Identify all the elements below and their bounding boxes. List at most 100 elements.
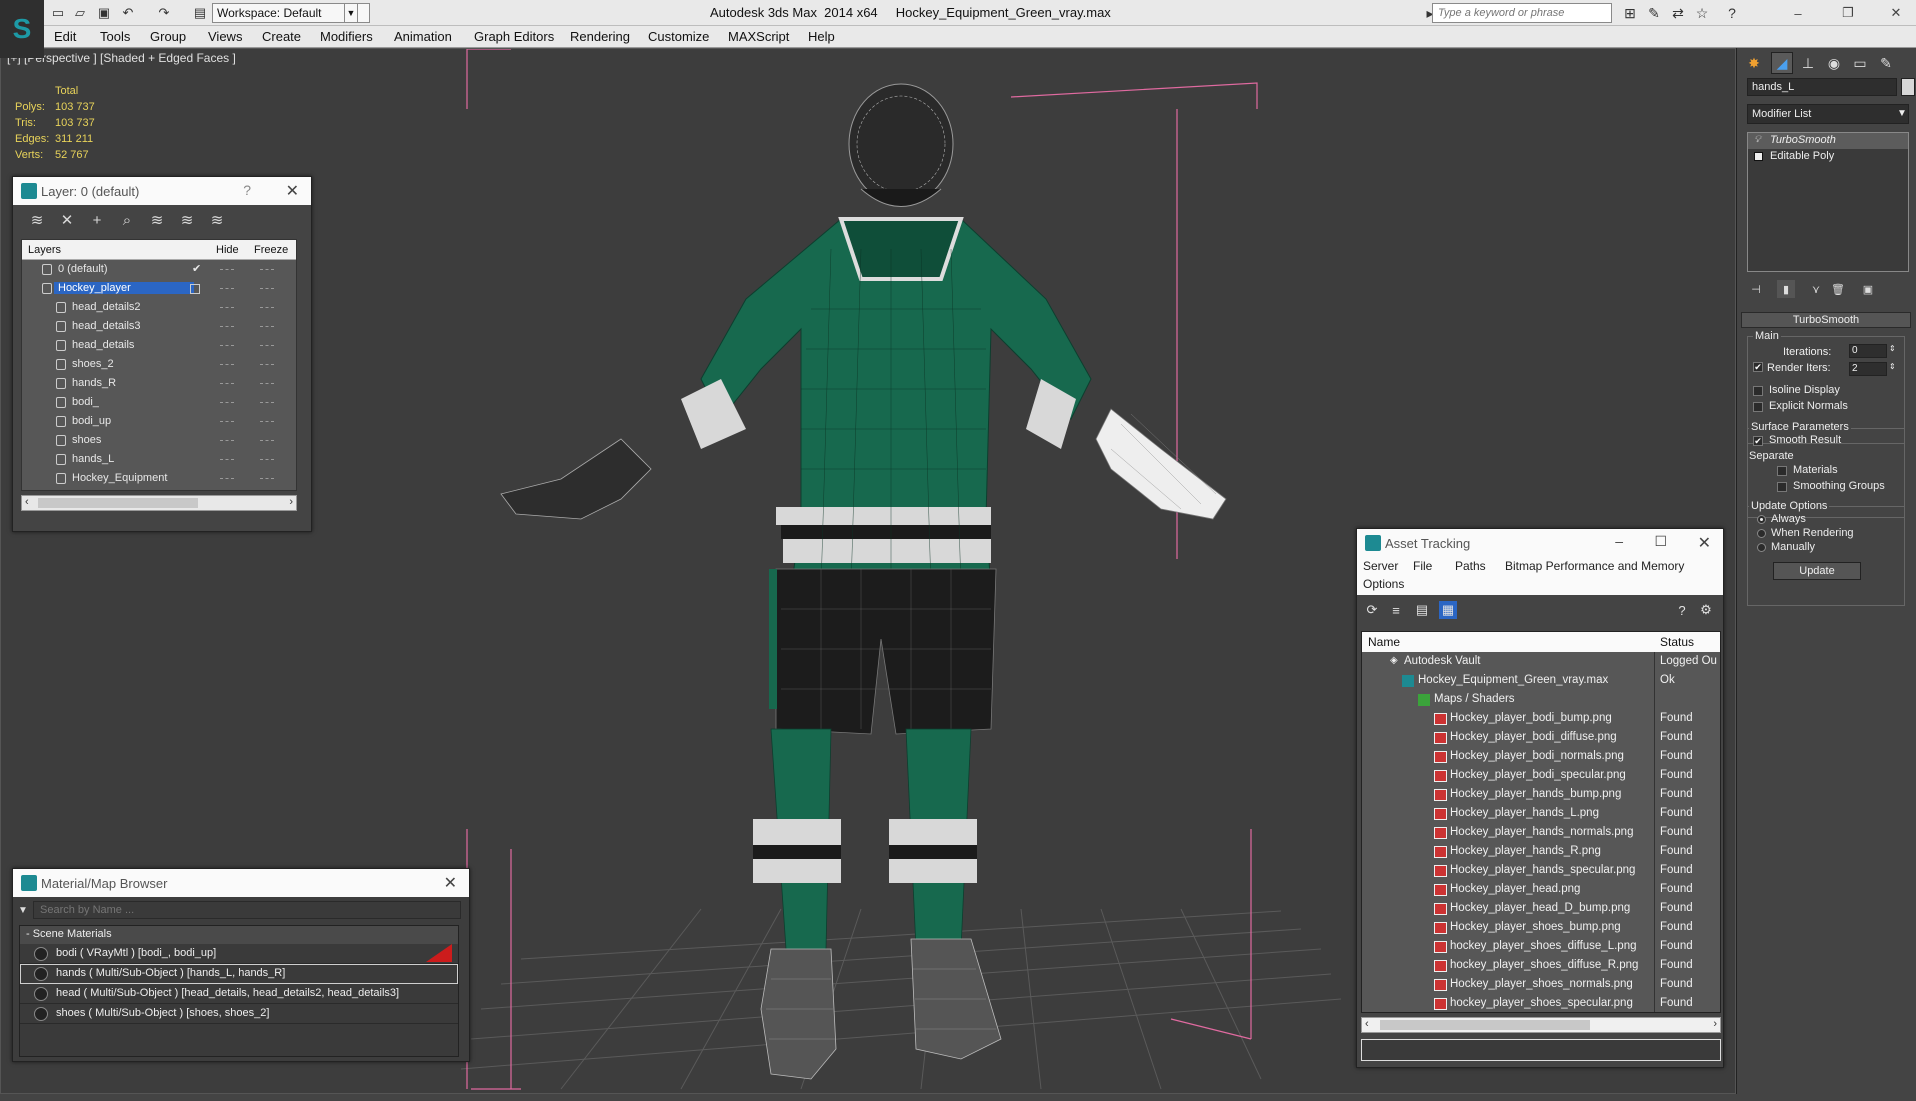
menu-paths[interactable]: Paths bbox=[1455, 559, 1486, 573]
search-input[interactable] bbox=[33, 901, 461, 919]
help-icon[interactable]: ? bbox=[1673, 601, 1691, 619]
column-name[interactable]: Name bbox=[1368, 635, 1400, 649]
freeze-toggle[interactable] bbox=[260, 288, 274, 289]
remove-modifier-icon[interactable]: 🗑︎ bbox=[1829, 280, 1847, 298]
menu-server[interactable]: Server bbox=[1363, 559, 1398, 573]
display-tab-icon[interactable]: ▭ bbox=[1849, 52, 1871, 74]
menu-group[interactable]: Group bbox=[150, 29, 186, 44]
configure-sets-icon[interactable]: ▣ bbox=[1859, 280, 1877, 298]
chevron-right-icon[interactable]: › bbox=[1713, 1018, 1717, 1030]
layer-row[interactable]: Hockey_player bbox=[22, 279, 296, 298]
iterations-spinner[interactable]: 0 bbox=[1849, 344, 1887, 358]
spinner-arrows-icon[interactable]: ⇕ bbox=[1889, 344, 1896, 353]
column-hide[interactable]: Hide bbox=[216, 244, 239, 256]
freeze-toggle[interactable] bbox=[260, 345, 274, 346]
new-file-icon[interactable]: ▭ bbox=[48, 3, 68, 23]
chevron-down-icon[interactable]: ▼ bbox=[1897, 108, 1907, 119]
asset-row[interactable]: Hockey_player_hands_normals.png Found bbox=[1362, 823, 1720, 842]
search-input[interactable] bbox=[1432, 3, 1612, 23]
material-item[interactable]: bodi ( VRayMtl ) [bodi_, bodi_up] bbox=[20, 944, 458, 964]
stack-item[interactable]: Editable Poly bbox=[1748, 149, 1908, 165]
layer-row[interactable]: bodi_ bbox=[22, 393, 296, 412]
material-item[interactable]: hands ( Multi/Sub-Object ) [hands_L, han… bbox=[20, 964, 458, 984]
hide-toggle[interactable] bbox=[220, 421, 234, 422]
maximize-button[interactable]: ☐ bbox=[1654, 533, 1667, 550]
help-icon[interactable]: ? bbox=[1722, 3, 1742, 23]
star-icon[interactable]: ☆ bbox=[1692, 3, 1712, 23]
show-end-result-icon[interactable]: ▮ bbox=[1777, 280, 1795, 298]
stack-item[interactable]: 💡︎ TurboSmooth bbox=[1748, 133, 1908, 149]
asset-row[interactable]: Maps / Shaders bbox=[1362, 690, 1720, 709]
layer-row[interactable]: head_details2 bbox=[22, 298, 296, 317]
materials-checkbox[interactable] bbox=[1777, 466, 1787, 476]
freeze-toggle[interactable] bbox=[260, 364, 274, 365]
layer-row[interactable]: Hockey_Equipment bbox=[22, 469, 296, 488]
freeze-toggle[interactable] bbox=[260, 440, 274, 441]
modify-tab-icon[interactable]: ◢ bbox=[1771, 52, 1793, 74]
pin-stack-icon[interactable]: ⊣ bbox=[1747, 280, 1765, 298]
chevron-left-icon[interactable]: ‹ bbox=[1365, 1018, 1369, 1030]
hide-toggle[interactable] bbox=[220, 440, 234, 441]
checkbox-icon[interactable] bbox=[190, 284, 200, 294]
highlight-layer-icon[interactable]: ≋ bbox=[147, 211, 167, 229]
layer-row[interactable]: 0 (default) ✔ bbox=[22, 260, 296, 279]
asset-row[interactable]: hockey_player_shoes_diffuse_R.png Found bbox=[1362, 956, 1720, 975]
hide-toggle[interactable] bbox=[220, 364, 234, 365]
minimize-button[interactable]: – bbox=[1615, 533, 1623, 549]
path-field[interactable] bbox=[1361, 1039, 1721, 1061]
render-iters-spinner[interactable]: 2 bbox=[1849, 362, 1887, 376]
column-freeze[interactable]: Freeze bbox=[254, 244, 288, 256]
hierarchy-tab-icon[interactable]: ⊥ bbox=[1797, 52, 1819, 74]
scroll-thumb[interactable] bbox=[1380, 1020, 1590, 1030]
layer-row[interactable]: shoes bbox=[22, 431, 296, 450]
add-layer-icon[interactable]: + bbox=[87, 211, 107, 229]
smoothing-groups-checkbox[interactable] bbox=[1777, 482, 1787, 492]
menu-create[interactable]: Create bbox=[262, 29, 301, 44]
material-browser-titlebar[interactable]: Material/Map Browser ✕ bbox=[13, 869, 469, 897]
render-iters-checkbox[interactable]: ✔ bbox=[1753, 362, 1763, 372]
checkmark-icon[interactable]: ✔ bbox=[192, 262, 201, 275]
chevron-left-icon[interactable]: ‹ bbox=[25, 496, 29, 508]
help-icon[interactable]: ? bbox=[243, 182, 251, 198]
asset-row[interactable]: Hockey_player_hands_R.png Found bbox=[1362, 842, 1720, 861]
expand-icon[interactable] bbox=[1754, 152, 1763, 161]
hide-toggle[interactable] bbox=[220, 326, 234, 327]
binoculars-icon[interactable]: ⊞ bbox=[1620, 3, 1640, 23]
freeze-toggle[interactable] bbox=[260, 326, 274, 327]
asset-row[interactable]: Hockey_player_bodi_specular.png Found bbox=[1362, 766, 1720, 785]
chevron-down-icon[interactable]: ▼ bbox=[344, 3, 358, 23]
menu-animation[interactable]: Animation bbox=[394, 29, 452, 44]
column-status[interactable]: Status bbox=[1660, 635, 1694, 649]
minimize-button[interactable]: – bbox=[1780, 2, 1816, 24]
tools-icon[interactable]: ✎ bbox=[1644, 3, 1664, 23]
asset-tracking-titlebar[interactable]: Asset Tracking – ☐ ✕ bbox=[1357, 529, 1723, 557]
material-item[interactable]: shoes ( Multi/Sub-Object ) [shoes, shoes… bbox=[20, 1004, 458, 1024]
asset-row[interactable]: Hockey_player_bodi_diffuse.png Found bbox=[1362, 728, 1720, 747]
layer-row[interactable]: bodi_up bbox=[22, 412, 296, 431]
menu-edit[interactable]: Edit bbox=[54, 29, 76, 44]
asset-row[interactable]: Hockey_player_hands_specular.png Found bbox=[1362, 861, 1720, 880]
project-folder-icon[interactable]: ▤ bbox=[190, 3, 210, 23]
hide-toggle[interactable] bbox=[220, 383, 234, 384]
settings-icon[interactable]: ⚙ bbox=[1697, 601, 1715, 619]
maximize-button[interactable]: ❐ bbox=[1830, 2, 1866, 24]
when-rendering-radio[interactable] bbox=[1757, 529, 1766, 538]
horizontal-scrollbar[interactable]: ‹ › bbox=[1361, 1017, 1721, 1033]
spinner-arrows-icon[interactable]: ⇕ bbox=[1889, 362, 1896, 371]
chevron-right-icon[interactable]: › bbox=[289, 496, 293, 508]
select-objects-icon[interactable]: ⌕ bbox=[117, 211, 137, 229]
asset-row[interactable]: Hockey_player_hands_L.png Found bbox=[1362, 804, 1720, 823]
asset-row[interactable]: Hockey_player_bodi_bump.png Found bbox=[1362, 709, 1720, 728]
layer-window-titlebar[interactable]: Layer: 0 (default) ? ✕ bbox=[13, 177, 311, 205]
delete-layer-icon[interactable]: ✕ bbox=[57, 211, 77, 229]
scroll-thumb[interactable] bbox=[38, 498, 198, 508]
table-view-icon[interactable]: ▦ bbox=[1439, 601, 1457, 619]
close-icon[interactable]: ✕ bbox=[444, 873, 457, 893]
group-header[interactable]: - Scene Materials bbox=[20, 926, 458, 944]
motion-tab-icon[interactable]: ◉ bbox=[1823, 52, 1845, 74]
refresh-icon[interactable]: ⟳ bbox=[1363, 601, 1381, 619]
layer-row[interactable]: hands_L bbox=[22, 450, 296, 469]
hide-toggle[interactable] bbox=[220, 478, 234, 479]
asset-row[interactable]: Hockey_player_head.png Found bbox=[1362, 880, 1720, 899]
layers-icon[interactable]: ≋ bbox=[27, 211, 47, 229]
